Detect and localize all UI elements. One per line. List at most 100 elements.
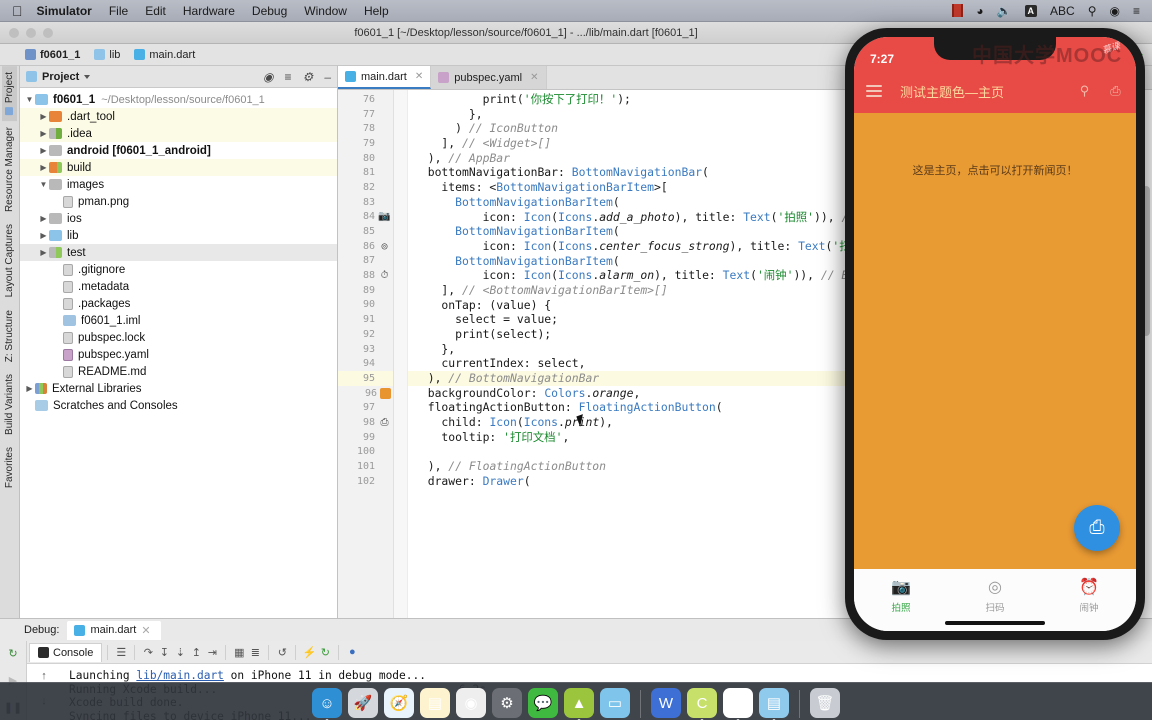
gutter-line[interactable]: 78 <box>338 121 393 136</box>
dock-c-app-icon[interactable]: C <box>687 688 717 720</box>
gutter-line[interactable]: 89 <box>338 283 393 298</box>
gutter-line[interactable]: 79 <box>338 136 393 151</box>
dock-wps-icon[interactable]: W <box>651 688 681 718</box>
evaluate-icon[interactable]: ▦ <box>231 644 247 660</box>
dock-android-studio-icon[interactable]: ▲ <box>564 688 594 720</box>
console-file-link[interactable]: lib/main.dart <box>136 669 224 682</box>
gutter-line[interactable]: 87 <box>338 254 393 269</box>
menu-item-file[interactable]: File <box>109 4 128 18</box>
reload-icon[interactable]: ↻ <box>317 644 333 660</box>
tree-item[interactable]: ▼ images <box>20 176 337 193</box>
tree-item[interactable]: ▶ android [f0601_1_android] <box>20 142 337 159</box>
gutter-line[interactable]: 99 <box>338 430 393 445</box>
gutter-line[interactable]: 98 ⎙ <box>338 415 393 430</box>
menu-item-hardware[interactable]: Hardware <box>183 4 235 18</box>
control-center-icon[interactable]: ≡ <box>1133 4 1140 18</box>
dock-folder-icon[interactable]: ▭ <box>600 688 630 718</box>
focus-icon[interactable]: ◎ <box>378 240 391 252</box>
screen-record-icon[interactable] <box>952 4 964 17</box>
gutter-line[interactable]: 84 📷 <box>338 210 393 225</box>
gutter-line[interactable]: 85 <box>338 224 393 239</box>
menu-item-simulator[interactable]: Simulator <box>37 4 92 18</box>
gutter-line[interactable]: 77 <box>338 107 393 122</box>
collapse-all-icon[interactable]: ≡ <box>285 70 292 84</box>
gutter-line[interactable]: 100 <box>338 445 393 460</box>
gutter-line[interactable]: 90 <box>338 298 393 313</box>
menu-item-window[interactable]: Window <box>304 4 347 18</box>
gutter-line[interactable]: 96 <box>338 386 393 401</box>
home-message[interactable]: 这是主页，点击可以打开新闻页！ <box>854 162 1136 178</box>
dock-cloud-icon[interactable]: ☁ <box>723 688 753 720</box>
tab-console[interactable]: Console <box>29 642 103 662</box>
tree-item[interactable]: ▶ test <box>20 244 337 261</box>
tree-item[interactable]: ▼ f0601_1 ~/Desktop/lesson/source/f0601_1 <box>20 91 337 108</box>
run-to-cursor-icon[interactable]: ⇥ <box>204 644 220 660</box>
spotlight-search-icon[interactable]: ⚲ <box>1088 4 1097 18</box>
gutter-line[interactable]: 88 ⏱ <box>338 268 393 283</box>
gutter-line[interactable]: 82 <box>338 180 393 195</box>
settings-gear-icon[interactable]: ⚙ <box>303 70 314 84</box>
force-step-into-icon[interactable]: ⇣ <box>172 644 188 660</box>
dock-finder-icon[interactable]: ☺ <box>312 688 342 720</box>
print-icon[interactable]: ⎙ <box>1107 83 1124 100</box>
restart-icon[interactable]: ↺ <box>274 644 290 660</box>
sidebar-item-resource-manager[interactable]: Resource Manager <box>2 121 17 218</box>
chevron-right-icon[interactable]: ▶ <box>38 146 49 155</box>
tree-item[interactable]: ▶ .dart_tool <box>20 108 337 125</box>
inspector-icon[interactable]: ● <box>344 644 360 660</box>
chevron-right-icon[interactable]: ▶ <box>38 112 49 121</box>
dock-notes-icon[interactable]: ▤ <box>420 688 450 718</box>
tree-item[interactable]: ▶.metadata <box>20 278 337 295</box>
gutter-line[interactable]: 91 <box>338 312 393 327</box>
close-icon[interactable]: ✕ <box>415 71 423 82</box>
tree-item[interactable]: ▶ External Libraries <box>20 380 337 397</box>
gutter-line[interactable]: 76 <box>338 92 393 107</box>
tree-item[interactable]: ▶pubspec.yaml <box>20 346 337 363</box>
gutter-line[interactable]: 81 <box>338 165 393 180</box>
dock-wechat-icon[interactable]: 💬 <box>528 688 558 718</box>
close-icon[interactable]: ✕ <box>530 72 538 83</box>
chevron-down-icon[interactable]: ▼ <box>38 180 49 189</box>
tree-item[interactable]: ▶ ios <box>20 210 337 227</box>
gutter-line[interactable]: 101 <box>338 459 393 474</box>
tree-item[interactable]: ▶.gitignore <box>20 261 337 278</box>
hide-panel-icon[interactable]: – <box>324 70 331 84</box>
tree-item[interactable]: ▶pman.png <box>20 193 337 210</box>
close-icon[interactable]: ✕ <box>141 624 150 637</box>
project-file-tree[interactable]: ▼ f0601_1 ~/Desktop/lesson/source/f0601_1 ▶… <box>20 88 337 618</box>
chevron-right-icon[interactable]: ▶ <box>38 163 49 172</box>
alarm-icon[interactable]: ⏱ <box>378 270 391 282</box>
gutter-line[interactable]: 92 <box>338 327 393 342</box>
sidebar-item-layout-captures[interactable]: Layout Captures <box>2 218 17 303</box>
chevron-right-icon[interactable]: ▶ <box>38 248 49 257</box>
apple-menu-icon[interactable]:  <box>12 3 23 19</box>
editor-fold-column[interactable] <box>394 90 408 618</box>
app-body[interactable]: 这是主页，点击可以打开新闻页！ ⎙ <box>854 113 1136 569</box>
tree-item[interactable]: ▶.packages <box>20 295 337 312</box>
debug-session-tab[interactable]: main.dart ✕ <box>67 620 161 640</box>
show-all-icon[interactable]: ☰ <box>113 644 129 660</box>
tree-item[interactable]: ▶README.md <box>20 363 337 380</box>
gutter-line[interactable]: 86 ◎ <box>338 239 393 254</box>
step-into-icon[interactable]: ↧ <box>156 644 172 660</box>
dock-safari-icon[interactable]: 🧭 <box>384 688 414 718</box>
simulator-screen[interactable]: 中国大学MOOC 慕课 7:27 测试主题色—主页 ⚲ ⎙ 这是主页，点击可以打… <box>854 37 1136 631</box>
tree-item[interactable]: ▶f0601_1.iml <box>20 312 337 329</box>
tab-pubspec-yaml[interactable]: pubspec.yaml ✕ <box>431 66 547 89</box>
gutter-line[interactable]: 93 <box>338 342 393 357</box>
wifi-icon[interactable]: ◕ <box>976 4 983 18</box>
tree-item[interactable]: ▶pubspec.lock <box>20 329 337 346</box>
camera-icon[interactable]: 📷 <box>378 211 391 223</box>
dock-launchpad-icon[interactable]: 🚀 <box>348 688 378 718</box>
gutter-line[interactable]: 80 <box>338 151 393 166</box>
rerun-icon[interactable]: ↻ <box>5 645 21 661</box>
iphone-simulator[interactable]: 中国大学MOOC 慕课 7:27 测试主题色—主页 ⚲ ⎙ 这是主页，点击可以打… <box>845 28 1145 640</box>
gutter-line[interactable]: 83 <box>338 195 393 210</box>
step-over-icon[interactable]: ↷ <box>140 644 156 660</box>
sidebar-item-structure[interactable]: Z: Structure <box>2 304 17 368</box>
dock-system-preferences-icon[interactable]: ⚙ <box>492 688 522 718</box>
sidebar-item-favorites[interactable]: Favorites <box>2 441 17 494</box>
step-out-icon[interactable]: ↥ <box>188 644 204 660</box>
chevron-right-icon[interactable]: ▶ <box>24 384 35 393</box>
gutter-line[interactable]: 94 <box>338 356 393 371</box>
